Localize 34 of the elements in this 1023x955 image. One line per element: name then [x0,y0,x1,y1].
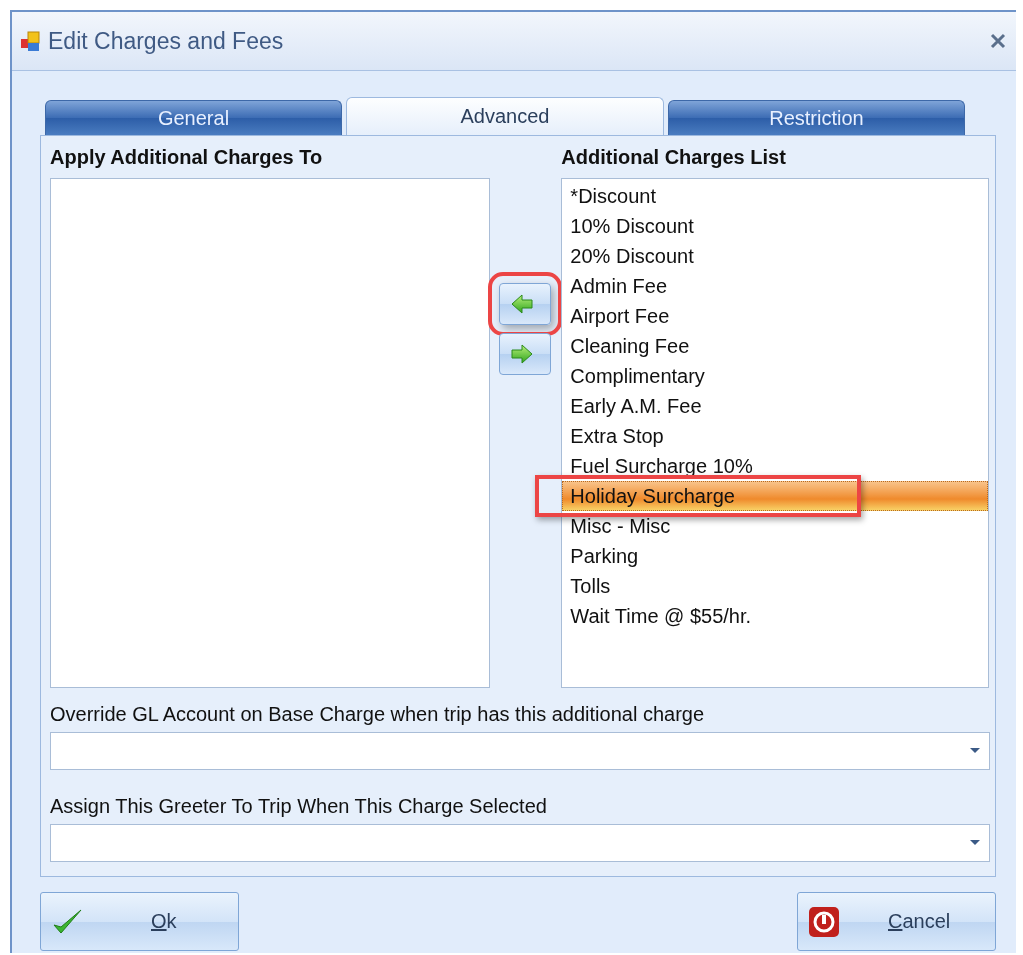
cancel-button[interactable]: Cancel [797,892,996,951]
list-item[interactable]: Misc - Misc [562,511,988,541]
list-item[interactable]: Holiday Surcharge [562,481,988,511]
ok-button[interactable]: Ok [40,892,239,951]
list-item[interactable]: Cleaning Fee [562,331,988,361]
list-item[interactable]: 10% Discount [562,211,988,241]
list-item[interactable]: Early A.M. Fee [562,391,988,421]
tab[interactable]: Restriction [668,100,965,135]
dropdown-field[interactable] [50,732,990,770]
list-item[interactable]: Parking [562,541,988,571]
dropdown-field[interactable] [50,824,990,862]
field-label: Override GL Account on Base Charge when trip has this additional charge [50,702,706,727]
field-label: Assign This Greeter To Trip When This Charge Selected [50,794,548,819]
list-item[interactable]: Extra Stop [562,421,988,451]
dropdown-arrow-icon [970,748,980,753]
list-heading: Apply Additional Charges To [50,146,324,170]
list-item[interactable]: Fuel Surcharge 10% [562,451,988,481]
list-item[interactable]: *Discount [562,181,988,211]
tab[interactable]: Advanced [346,97,664,135]
list-heading: Additional Charges List [561,146,787,170]
window-title: Edit Charges and Fees [48,27,285,55]
list-item[interactable]: Airport Fee [562,301,988,331]
list-item[interactable]: Complimentary [562,361,988,391]
list-item[interactable]: Tolls [562,571,988,601]
close-button[interactable] [988,31,1008,51]
power-icon [808,905,840,938]
list-item[interactable]: Admin Fee [562,271,988,301]
dropdown-arrow-icon [970,840,980,845]
app-icon [20,31,40,51]
close-icon [990,33,1006,49]
tab[interactable]: General [45,100,342,135]
list-item[interactable]: 20% Discount [562,241,988,271]
list-item[interactable]: Wait Time @ $55/hr. [562,601,988,631]
move-button[interactable] [499,333,552,375]
